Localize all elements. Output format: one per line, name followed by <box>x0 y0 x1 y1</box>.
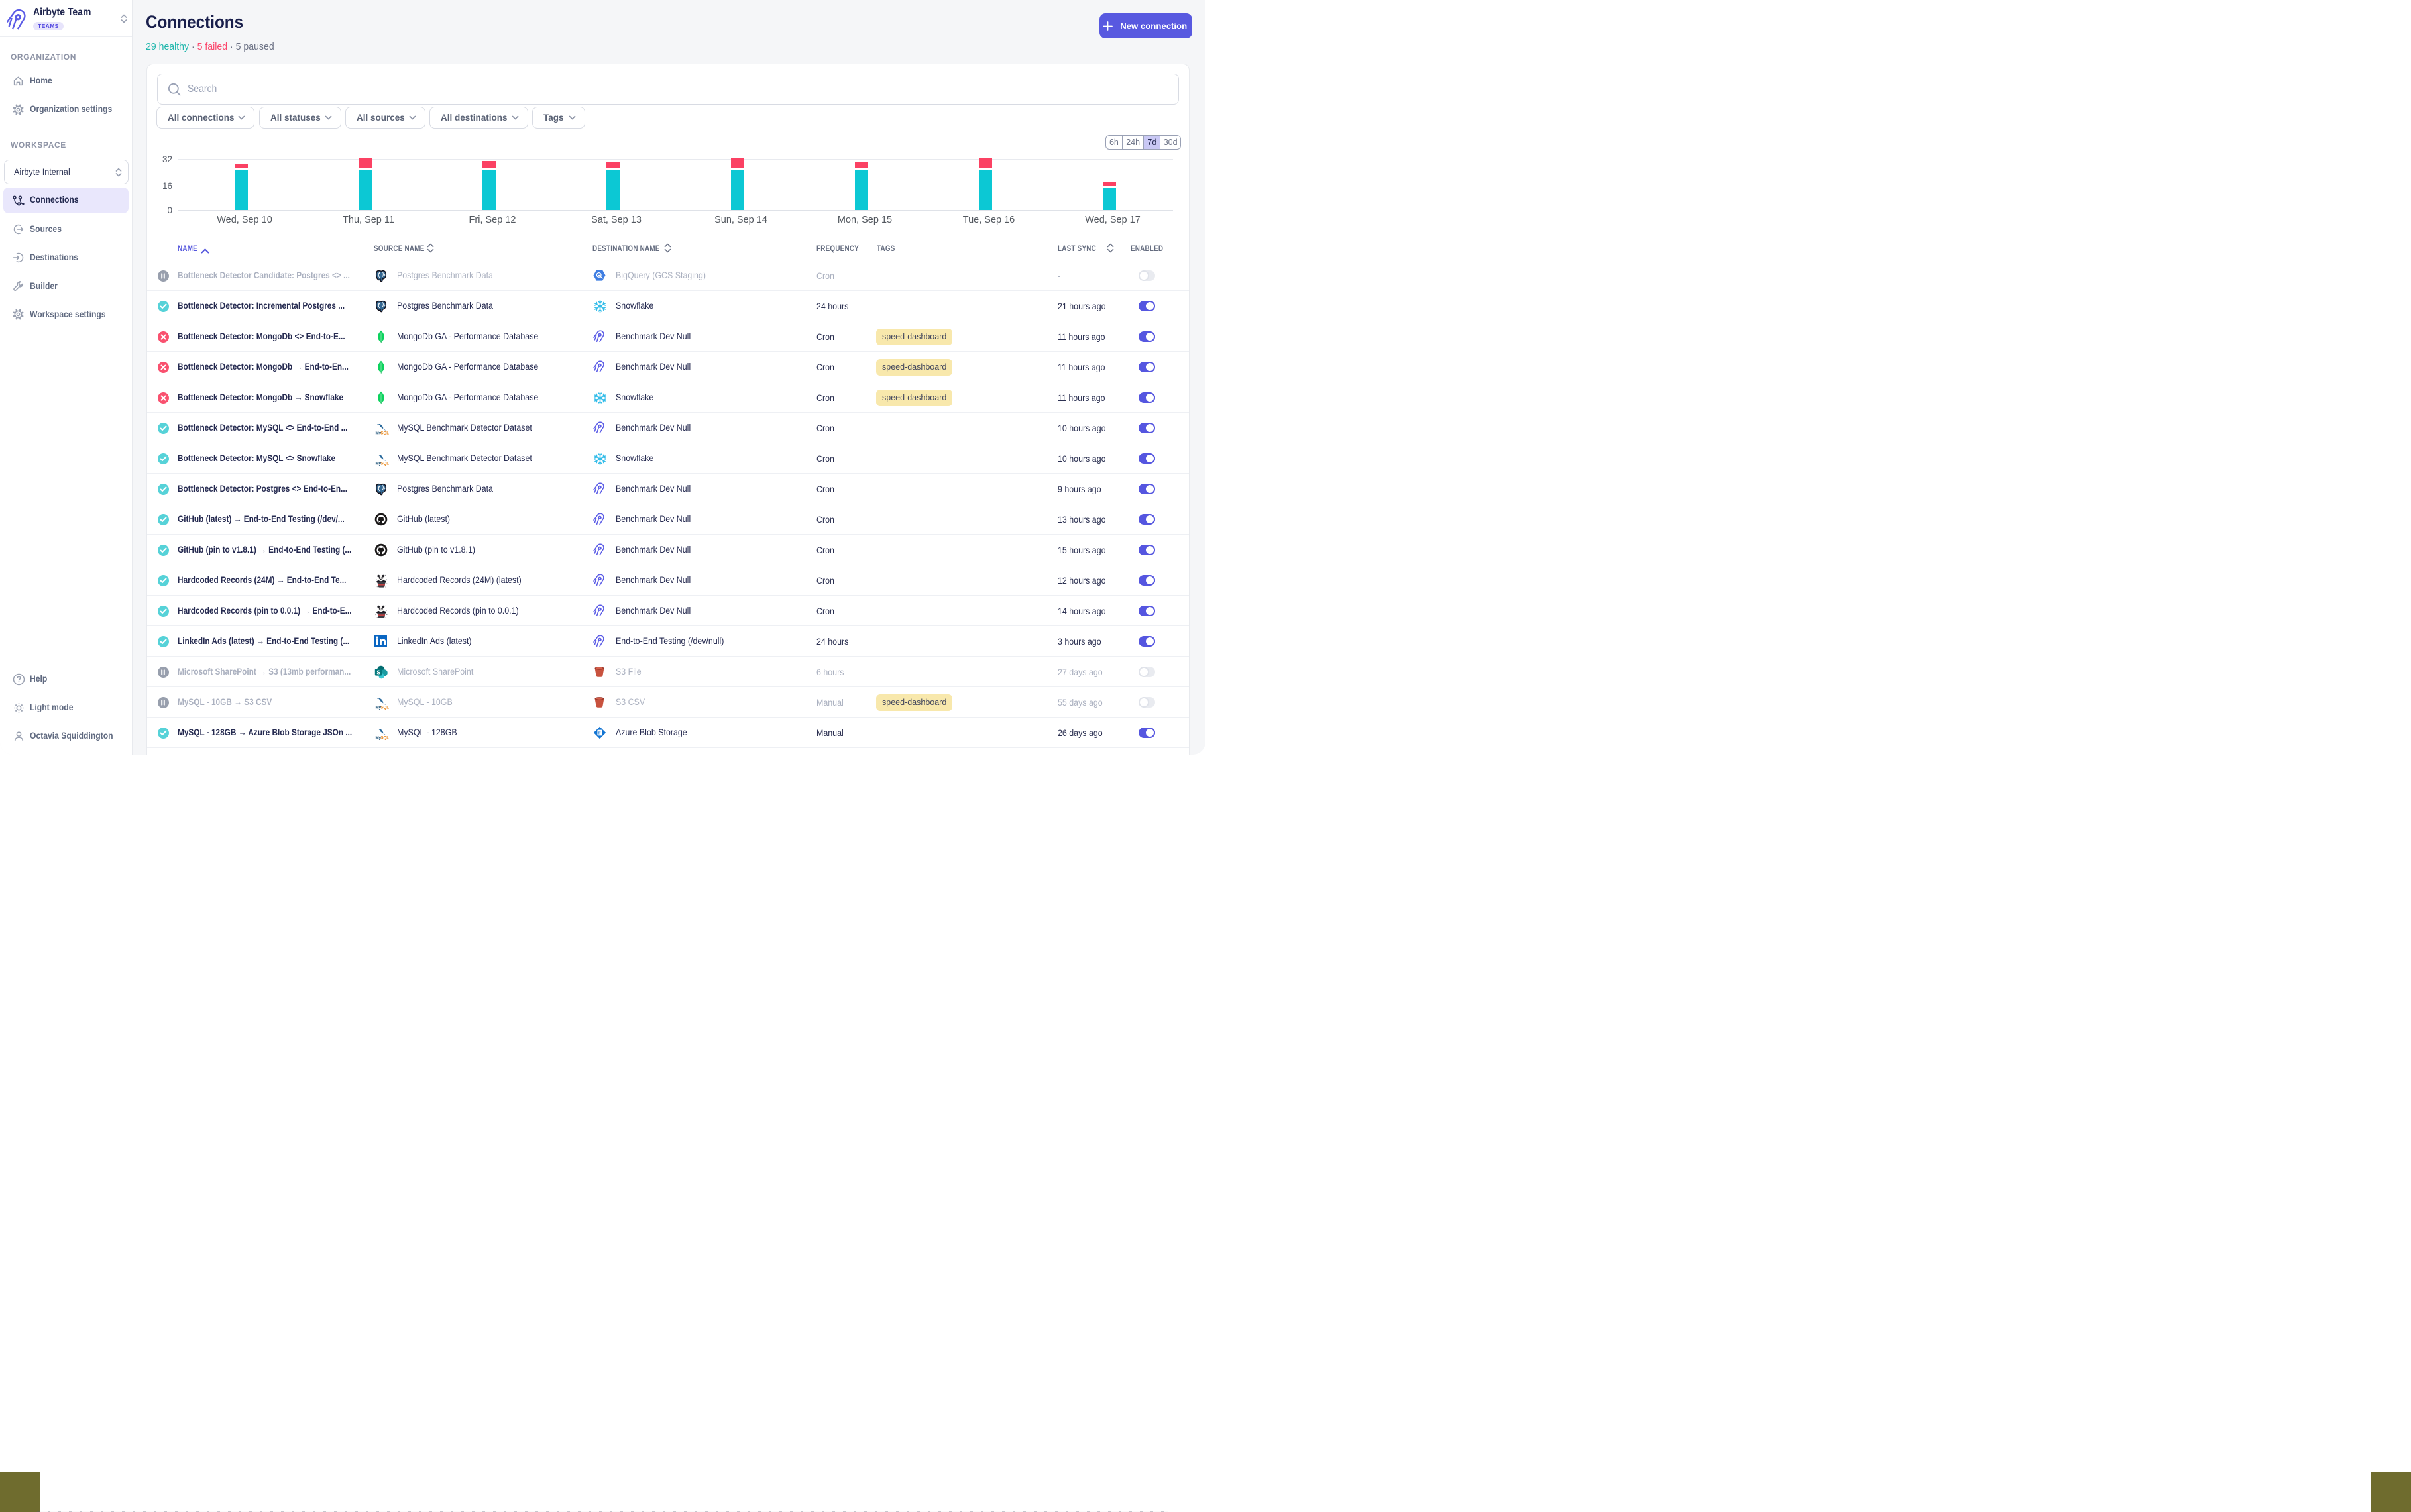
svg-text:01: 01 <box>598 733 600 736</box>
svg-text:SQL: SQL <box>380 431 389 436</box>
svg-text:S: S <box>376 669 380 676</box>
svg-text:SQL: SQL <box>380 462 389 466</box>
svg-text:SQL: SQL <box>380 706 389 710</box>
svg-text:SQL: SQL <box>380 736 389 741</box>
